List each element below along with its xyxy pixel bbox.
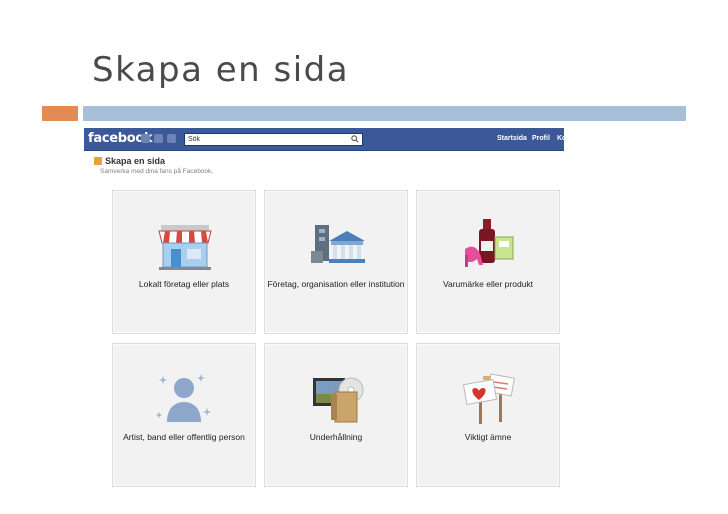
tile-label: Företag, organisation eller institution [267, 279, 405, 289]
notifications-icon[interactable] [167, 134, 176, 143]
tile-brand-product[interactable]: Varumärke eller produkt [416, 190, 560, 334]
person-icon [156, 374, 211, 422]
storefront-icon [158, 225, 212, 270]
search-icon[interactable] [351, 135, 359, 143]
entertainment-icon [313, 377, 364, 423]
friend-requests-icon[interactable] [141, 134, 150, 143]
signs-icon [462, 373, 515, 424]
messages-icon[interactable] [154, 134, 163, 143]
page-icon [94, 157, 102, 165]
tile-label: Underhållning [309, 432, 363, 442]
accent-bar-blue [83, 106, 686, 121]
products-icon [465, 219, 514, 267]
tile-local-business[interactable]: Lokalt företag eller plats [112, 190, 256, 334]
tile-label: Artist, band eller offentlig person [123, 432, 245, 442]
facebook-header: facebook Sök Startsida Profil Ko [84, 128, 564, 151]
tile-entertainment[interactable]: Underhållning [264, 343, 408, 487]
building-icon [311, 225, 365, 263]
tile-label: Varumärke eller produkt [442, 279, 534, 289]
notification-jewels [141, 134, 176, 143]
tile-label: Viktigt ämne [464, 432, 512, 442]
tile-company-organization[interactable]: Företag, organisation eller institution [264, 190, 408, 334]
search-input[interactable]: Sök [184, 133, 363, 146]
search-input-value: Sök [188, 136, 201, 143]
facebook-screenshot: facebook Sök Startsida Profil Ko Skapa e… [84, 128, 564, 490]
tile-label: Lokalt företag eller plats [138, 279, 230, 289]
tile-cause-topic[interactable]: Viktigt ämne [416, 343, 560, 487]
create-page-subtitle: Samverka med dina fans på Facebook. [100, 168, 214, 175]
tile-artist-band-public-figure[interactable]: Artist, band eller offentlig person [112, 343, 256, 487]
nav-link-profil[interactable]: Profil [532, 135, 550, 142]
accent-bar-orange [42, 106, 78, 121]
create-page-title: Skapa en sida [105, 156, 166, 166]
nav-link-konto[interactable]: Ko [557, 135, 564, 142]
nav-link-startsida[interactable]: Startsida [497, 135, 527, 142]
slide-title: Skapa en sida [92, 50, 350, 90]
